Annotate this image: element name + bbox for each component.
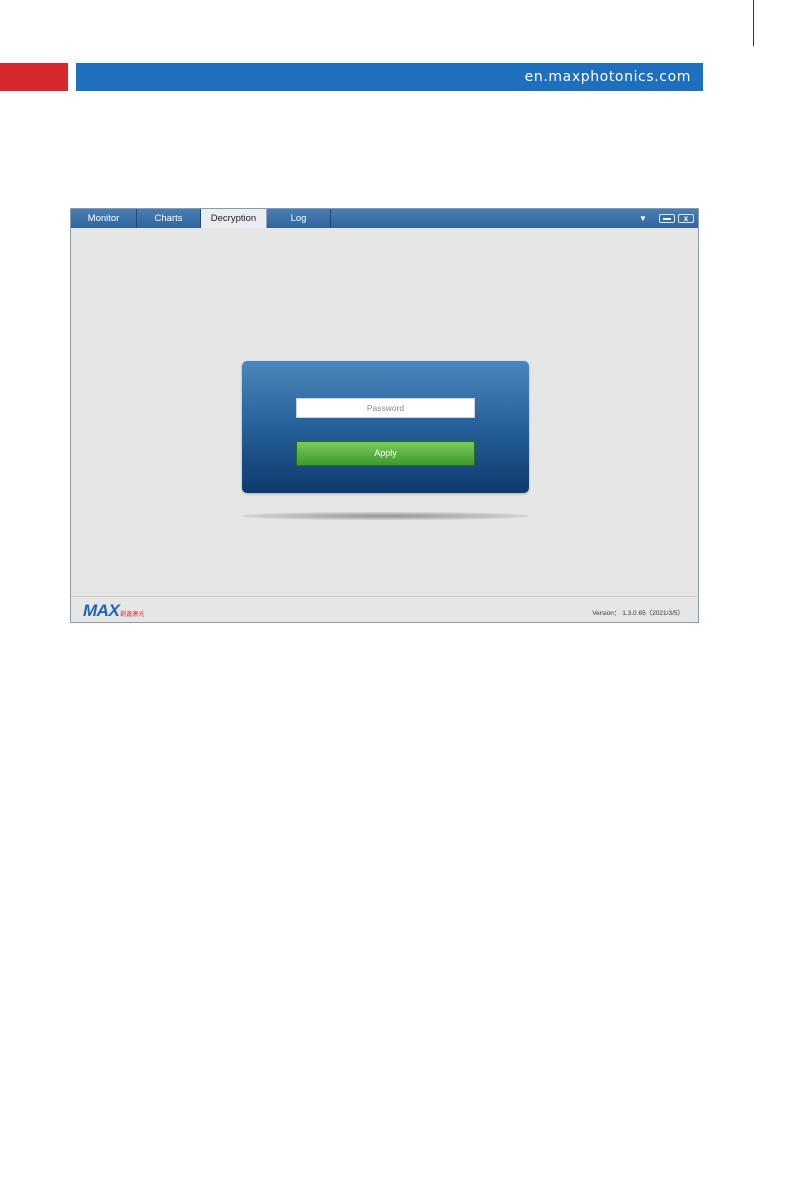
apply-button[interactable]: Apply bbox=[296, 441, 475, 466]
tab-charts[interactable]: Charts bbox=[137, 209, 201, 228]
version-label: Version： bbox=[592, 610, 621, 617]
status-bar: MAX 創鑫激光 Version： 1.3.0.65（2021/3/5） bbox=[71, 596, 698, 622]
header-banner: en.maxphotonics.com bbox=[76, 63, 703, 91]
password-input[interactable] bbox=[296, 398, 475, 418]
version-info: Version： 1.3.0.65（2021/3/5） bbox=[592, 607, 684, 617]
site-url: en.maxphotonics.com bbox=[524, 69, 691, 85]
close-icon: x bbox=[683, 214, 689, 223]
minimize-icon bbox=[663, 218, 671, 220]
tab-log[interactable]: Log bbox=[267, 209, 331, 228]
logo-text: MAX bbox=[83, 601, 120, 620]
logo-chinese-text: 創鑫激光 bbox=[120, 612, 145, 618]
tab-monitor[interactable]: Monitor bbox=[71, 209, 137, 228]
header-red-accent bbox=[0, 63, 68, 91]
minimize-button[interactable] bbox=[659, 214, 675, 223]
tab-decryption[interactable]: Decryption bbox=[201, 209, 267, 228]
app-window: Monitor Charts Decryption Log ▼ x Apply … bbox=[70, 208, 699, 623]
panel-shadow bbox=[242, 512, 529, 520]
version-value: 1.3.0.65（2021/3/5） bbox=[622, 610, 684, 617]
tab-bar: Monitor Charts Decryption Log ▼ x bbox=[71, 209, 698, 228]
max-logo: MAX 創鑫激光 bbox=[83, 601, 144, 621]
caret-down-icon[interactable]: ▼ bbox=[639, 209, 647, 228]
decryption-panel: Apply bbox=[242, 361, 529, 493]
close-button[interactable]: x bbox=[678, 214, 694, 223]
page-edge-line bbox=[753, 0, 754, 46]
